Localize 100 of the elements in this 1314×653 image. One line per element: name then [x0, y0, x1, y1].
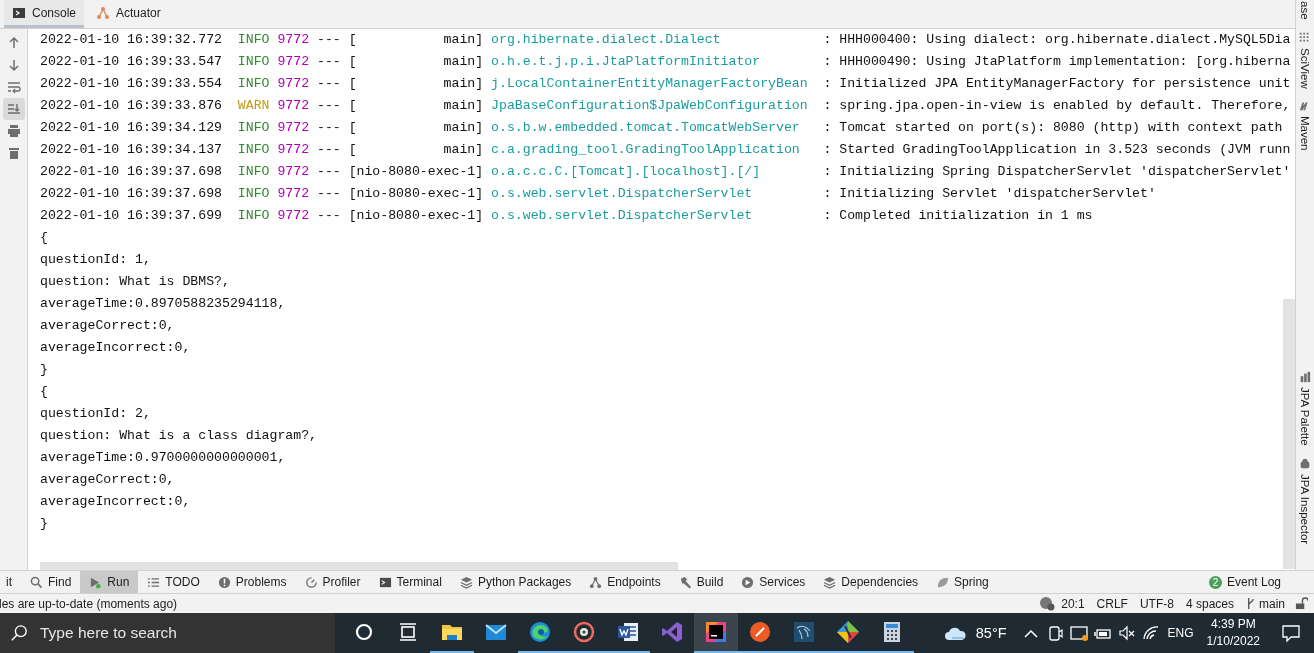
weather-temperature[interactable]: 85°F: [975, 625, 1007, 641]
app-icon: [704, 620, 728, 644]
log-pid: 9772: [277, 185, 310, 203]
tool-window-tab[interactable]: Terminal: [369, 571, 451, 593]
log-pid: 9772: [277, 75, 310, 93]
log-separator: ---: [316, 163, 341, 181]
log-level: INFO: [237, 75, 270, 93]
output-line: questionId: 2,: [40, 405, 151, 423]
list-icon: [147, 575, 161, 589]
hammer-icon: [678, 575, 692, 589]
clock-date[interactable]: 1/10/2022: [1206, 633, 1260, 650]
log-separator: ---: [316, 119, 341, 137]
tool-window-tab[interactable]: Endpoints: [580, 571, 670, 593]
tool-window-tab[interactable]: it: [0, 571, 21, 593]
search-field[interactable]: Type here to search: [0, 613, 335, 653]
log-level: INFO: [237, 207, 270, 225]
tool-window-tab[interactable]: Profiler: [295, 571, 370, 593]
log-pid: 9772: [277, 31, 310, 49]
document-icon: [616, 620, 640, 644]
log-message: : Initializing Servlet 'dispatcherServlet': [823, 185, 1156, 203]
wrap-icon: [6, 80, 21, 94]
log-thread: [ main]: [348, 119, 484, 137]
log-thread: [ main]: [348, 97, 484, 115]
log-pid: 9772: [277, 141, 310, 159]
tool-window-button[interactable]: ase: [1296, 1, 1314, 20]
play-circle-icon: [741, 575, 755, 589]
down-arrow-icon: [6, 58, 21, 72]
log-timestamp: 2022-01-10 16:39:33.876: [40, 97, 223, 115]
branch-button[interactable]: main: [1240, 596, 1291, 611]
tool-window-tab[interactable]: TODO: [138, 571, 209, 593]
language-indicator[interactable]: ENG: [1162, 626, 1199, 640]
search-icon: [10, 624, 28, 642]
tool-window-button[interactable]: SciView: [1296, 31, 1314, 89]
log-logger: o.s.web.servlet.DispatcherServlet: [491, 185, 754, 203]
printer-icon: [6, 124, 21, 138]
tab[interactable]: Console: [4, 0, 85, 28]
log-thread: [nio-8080-exec-1]: [348, 185, 484, 203]
log-timestamp: 2022-01-10 16:39:37.698: [40, 185, 223, 203]
horizontal-scrollbar[interactable]: [40, 562, 678, 570]
log-separator: ---: [316, 31, 341, 49]
log-message: : Tomcat started on port(s): 8080 (http) with context path: [823, 119, 1283, 137]
lock-icon[interactable]: [1295, 597, 1308, 610]
terminal-icon: [378, 575, 392, 589]
console-tool-button[interactable]: [2, 98, 25, 120]
log-thread: [ main]: [348, 75, 484, 93]
output-line: question: What is DBMS?,: [40, 273, 230, 291]
tool-window-tab[interactable]: Python Packages: [450, 571, 581, 593]
tool-window-tab[interactable]: Build: [669, 571, 733, 593]
log-level: INFO: [237, 141, 270, 159]
tool-window-button[interactable]: Maven: [1296, 100, 1314, 151]
count-badge: 2: [1208, 575, 1222, 589]
vertical-scrollbar[interactable]: [1283, 299, 1295, 569]
tab[interactable]: Actuator: [88, 0, 169, 28]
output-line: question: What is a class diagram?,: [40, 427, 317, 445]
output-line: {: [40, 383, 48, 401]
log-message: : Initialized JPA EntityManagerFactory for persistence unit: [823, 75, 1291, 93]
tool-window-tab[interactable]: Services: [732, 571, 815, 593]
log-timestamp: 2022-01-10 16:39:32.772: [40, 31, 223, 49]
status-message: les are up-to-date (moments ago): [0, 596, 178, 611]
tool-window-tab[interactable]: Spring: [927, 571, 998, 593]
tool-window-tab[interactable]: Run: [80, 571, 139, 593]
muted-speaker-icon[interactable]: [1116, 623, 1137, 643]
log-separator: ---: [316, 97, 341, 115]
log-separator: ---: [316, 53, 341, 71]
tool-window-tab[interactable]: Find: [21, 571, 81, 593]
search-icon: [30, 575, 43, 589]
trash-icon: [6, 146, 21, 160]
database-icon: [792, 620, 816, 644]
output-line: averageCorrect:0,: [40, 471, 175, 489]
monitor-icon[interactable]: [1068, 623, 1089, 643]
log-message: : HHH000490: Using JtaPlatform implementation: [org.hiberna: [823, 53, 1291, 71]
browser-icon: [528, 620, 552, 644]
status-item[interactable]: UTF-8: [1133, 596, 1180, 611]
log-message: : spring.jpa.open-in-view is enabled by default. Therefore,: [823, 97, 1291, 115]
output-line: averageIncorrect:0,: [40, 493, 191, 511]
log-timestamp: 2022-01-10 16:39:37.698: [40, 163, 223, 181]
log-thread: [nio-8080-exec-1]: [348, 163, 484, 181]
tool-window-button[interactable]: JPA Inspector: [1296, 457, 1314, 544]
log-message: : Started GradingToolApplication in 3.523 seconds (JVM runn: [823, 141, 1291, 159]
status-item[interactable]: CRLF: [1090, 596, 1134, 611]
log-logger: JpaBaseConfiguration$JpaWebConfiguration: [491, 97, 809, 115]
tool-window-button[interactable]: JPA Palette: [1296, 371, 1314, 446]
layers-icon: [459, 575, 473, 589]
output-line: {: [40, 229, 48, 247]
output-line: questionId: 1,: [40, 251, 151, 269]
play-icon: [89, 575, 103, 589]
status-item[interactable]: 4 spaces: [1179, 596, 1240, 611]
log-level: INFO: [237, 185, 270, 203]
tool-window-tab[interactable]: Dependencies: [814, 571, 928, 593]
tool-window-tab[interactable]: Problems: [208, 571, 296, 593]
nodes-icon: [96, 5, 111, 20]
clock-time[interactable]: 4:39 PM: [1210, 616, 1256, 633]
taskbar-app[interactable]: [694, 613, 738, 653]
terminal-icon: [12, 5, 26, 20]
notification-icon[interactable]: [1281, 623, 1301, 643]
status-item[interactable]: 20:1: [1055, 596, 1091, 611]
scroll-to-end-icon: [6, 102, 21, 116]
output-line: averageTime:0.8970588235294118,: [40, 295, 286, 313]
event-log-button[interactable]: Event Log: [1226, 575, 1281, 589]
log-level: INFO: [237, 53, 270, 71]
